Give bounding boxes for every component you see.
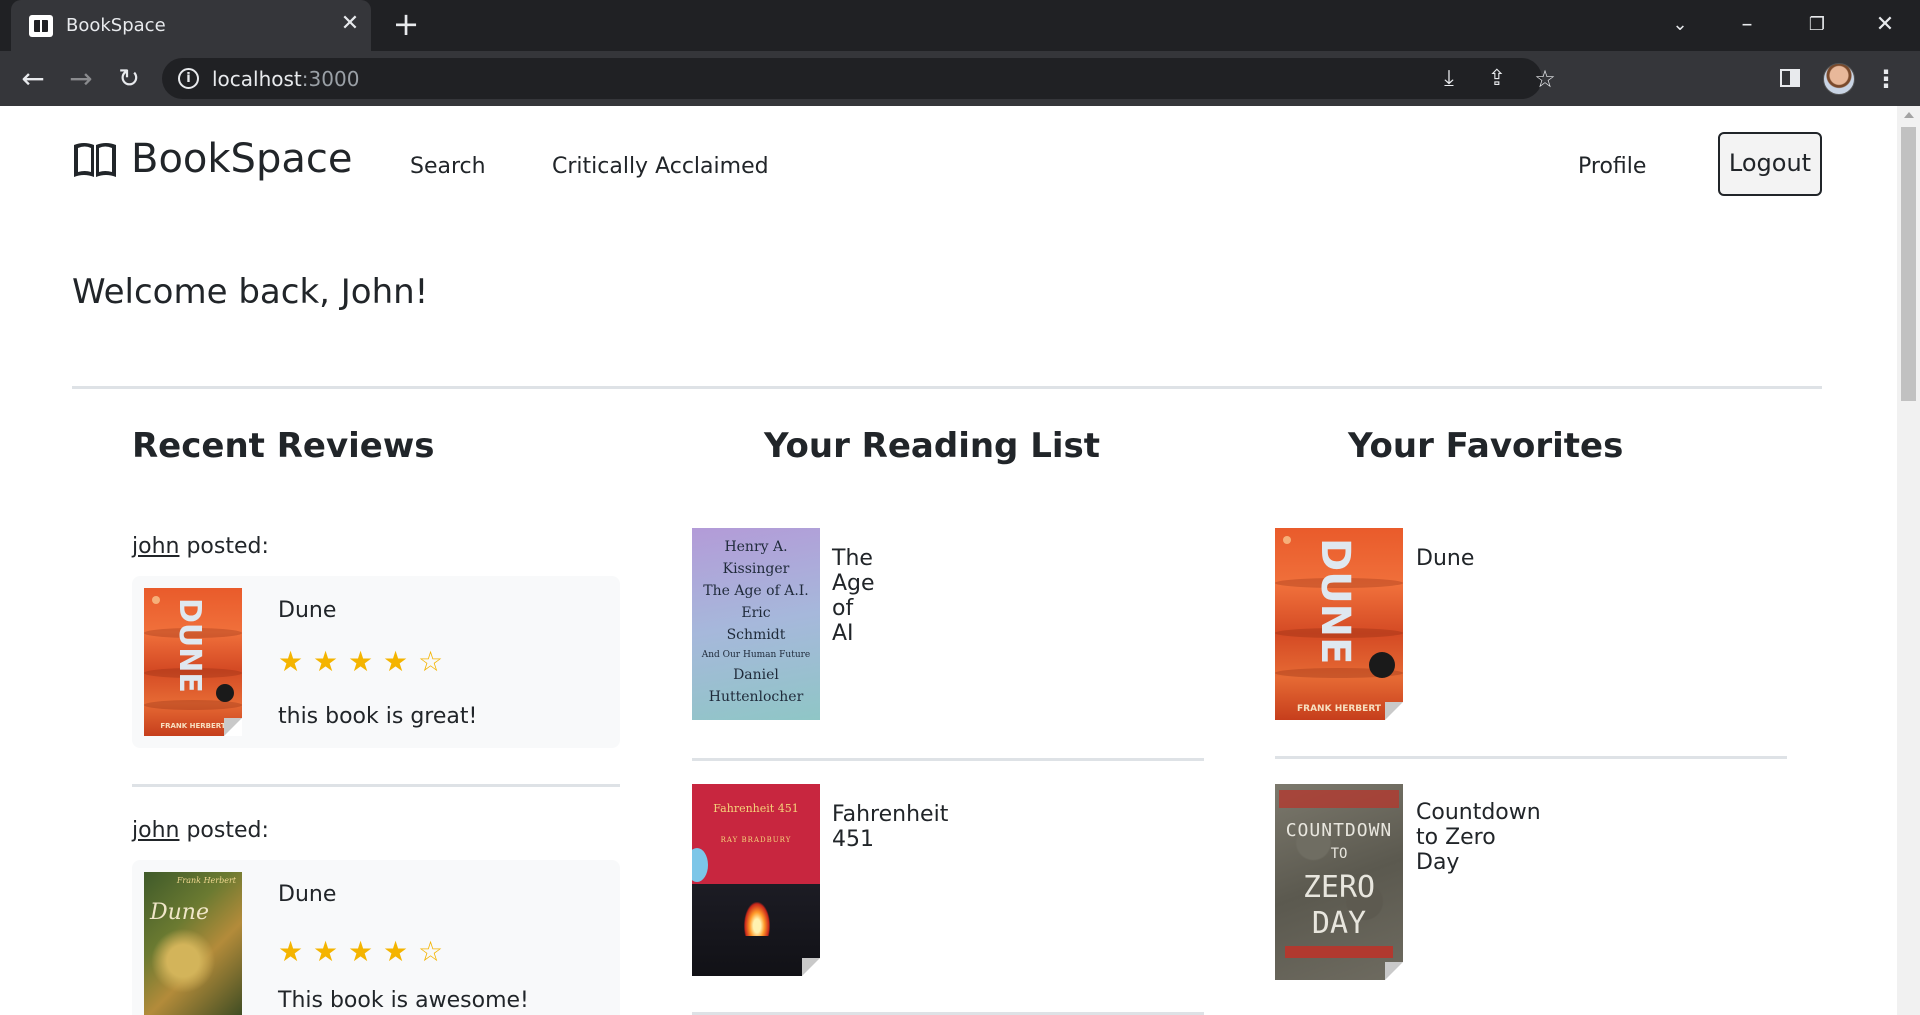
star-filled-icon: ★ [383,645,409,678]
minimize-icon[interactable]: – [1727,8,1767,42]
star-empty-icon: ☆ [418,645,444,678]
review-text: This book is awesome! [278,988,529,1013]
bookmark-star-icon[interactable]: ☆ [1530,64,1560,94]
share-icon[interactable]: ⇪ [1482,64,1512,94]
star-filled-icon: ★ [278,645,304,678]
list-separator [1275,756,1787,759]
star-filled-icon: ★ [348,645,374,678]
new-tab-plus-icon[interactable]: + [390,8,422,41]
list-item[interactable]: DUNE FRANK HERBERT Dune [0,106,1474,720]
page-viewport: BookSpace Search Critically Acclaimed Pr… [0,106,1897,1015]
list-separator [692,758,1204,761]
review-username-link[interactable]: john [132,818,179,843]
nav-search-link[interactable]: Search [410,154,486,179]
back-arrow-icon[interactable]: ← [16,62,50,96]
review-author-line: john posted: [132,818,269,843]
book-favicon-icon [29,15,53,37]
install-app-icon[interactable]: ⤓ [1434,64,1464,94]
section-divider [72,386,1822,389]
tab-title: BookSpace [66,15,166,36]
rating-stars: ★ ★ ★ ★ ☆ [278,935,444,968]
dune-classic-book-cover[interactable]: Dune Frank Herbert [144,872,242,1015]
profile-avatar[interactable] [1823,63,1855,95]
countdown-to-zero-day-book-cover[interactable]: COUNTDOWN TO ZERO DAY [1275,784,1403,980]
review-text: this book is great! [278,704,478,729]
favorite-book-title[interactable]: Countdown to Zero Day [1416,800,1541,875]
side-panel-icon[interactable] [1780,69,1800,87]
review-username-link[interactable]: john [132,534,179,559]
address-bar[interactable]: i localhost:3000 ⤓ ⇪ ☆ [162,58,1556,99]
close-icon[interactable]: ✕ [337,11,363,37]
review-card[interactable]: DUNE FRANK HERBERT Dune ★ ★ ★ ★ ☆ this b… [132,576,620,748]
age-of-ai-book-cover[interactable]: Henry A. Kissinger The Age of A.I. Eric … [692,528,820,720]
star-filled-icon: ★ [348,935,374,968]
favorites-heading: Your Favorites [1348,426,1624,466]
restore-icon[interactable]: ❐ [1797,8,1837,42]
star-filled-icon: ★ [278,935,304,968]
fahrenheit-451-book-cover[interactable]: Fahrenheit 451 RAY BRADBURY [692,784,820,976]
star-filled-icon: ★ [313,645,339,678]
reading-list-book-title[interactable]: The Age of AI [832,546,875,646]
scroll-up-arrow-icon[interactable] [1904,112,1914,118]
more-menu-icon[interactable]: ⋮ [1874,62,1898,96]
reading-list-book-title[interactable]: Fahrenheit 451 [832,802,948,852]
nav-profile-link[interactable]: Profile [1578,154,1646,179]
review-book-title[interactable]: Dune [278,598,336,623]
browser-tab-strip: BookSpace ✕ + ⌄ – ❐ ✕ [0,0,1920,51]
review-card[interactable]: Dune Frank Herbert Dune ★ ★ ★ ★ ☆ This b… [132,860,620,1015]
url-text[interactable]: localhost:3000 [212,67,359,91]
star-filled-icon: ★ [313,935,339,968]
forward-arrow-icon[interactable]: → [64,62,98,96]
brand-name: BookSpace [131,136,353,182]
scrollbar-thumb[interactable] [1901,127,1916,401]
review-book-title[interactable]: Dune [278,882,336,907]
vertical-scrollbar[interactable] [1897,106,1920,1015]
rating-stars: ★ ★ ★ ★ ☆ [278,645,444,678]
favorite-book-title[interactable]: Dune [1416,546,1474,571]
nav-critically-acclaimed-link[interactable]: Critically Acclaimed [552,154,769,179]
review-separator [132,784,620,787]
window-close-icon[interactable]: ✕ [1865,8,1905,42]
reading-list-heading: Your Reading List [764,426,1101,466]
reload-icon[interactable]: ↻ [112,62,146,96]
browser-tab[interactable]: BookSpace ✕ [11,0,371,51]
review-author-line: john posted: [132,534,269,559]
logout-button[interactable]: Logout [1718,132,1822,196]
recent-reviews-heading: Recent Reviews [132,426,435,466]
star-filled-icon: ★ [383,935,409,968]
star-empty-icon: ☆ [418,935,444,968]
dune-book-cover[interactable]: DUNE FRANK HERBERT [144,588,242,736]
site-info-icon[interactable]: i [178,68,199,89]
dune-book-cover[interactable]: DUNE FRANK HERBERT [1275,528,1403,720]
tab-search-chevron-icon[interactable]: ⌄ [1660,8,1700,42]
